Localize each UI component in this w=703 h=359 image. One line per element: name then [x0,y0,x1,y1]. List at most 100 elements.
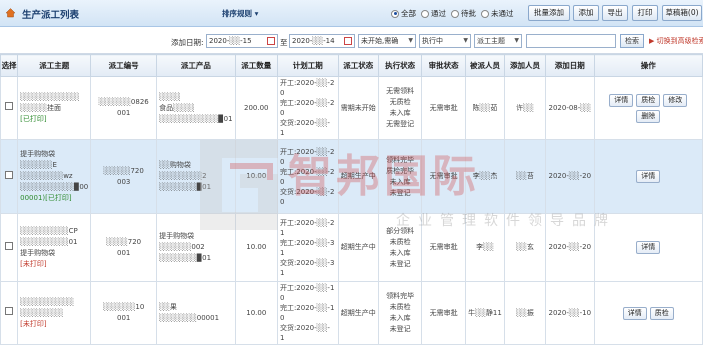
row-checkbox[interactable] [5,102,14,110]
cell-line: 未入库 [389,314,411,322]
cell-line: ░░░░░░░░2 [159,172,207,180]
subject-select[interactable]: 派工主题 ▼ [474,34,522,48]
batch-add-button[interactable]: 批量添加 [528,5,570,21]
cell-line: 未登记 [389,325,411,333]
status-select[interactable]: 未开始,需确 ▼ [358,34,416,48]
exec-status-cell: 领料完毕 未质检 未入库 未登记 [377,281,423,345]
cell-line: 完工:2020-░░-3 [279,238,335,247]
cell-line: 001 [116,248,131,257]
assignee-cell: 李░░杰 [464,139,506,214]
adder-cell: ░░玄 [504,213,546,282]
subject-cell[interactable]: 提手购物袋 ░░░░░░E ░░░░░░░░wz ░░░░░░░░░░▉00 00001… [17,139,92,214]
status-radio-label: 待批 [461,9,476,18]
exec-status-cell: 无需领料 无质检 未入库 无需登记 [377,76,423,140]
table-row[interactable]: ░░░░░░░░░░ ░░░░░░░░ [未打印] ░░░░░░10 001 ░░果 ░░░… [0,281,703,345]
cell-line: ░░购物袋 [159,161,191,169]
schedule-cell: 开工:2020-░░-2 0 完工:2020-░░-2 0 交货:2020-░░- 1 [276,76,339,140]
drafts-button[interactable]: 草稿箱(0) [662,5,702,21]
status-radio[interactable]: 通过 [421,8,446,19]
ops-cell: 详情 [593,213,703,282]
subject-cell[interactable]: ░░░░░░░░░░ ░░░░░░░░ [未打印] [17,281,92,345]
cell-line: ░░果 [159,303,177,311]
sort-rule-dropdown[interactable]: 排序规则 ▾ [222,8,258,19]
column-header: 选择 [0,54,19,77]
cell-line: 0 [279,89,285,97]
cell-line: 1 [279,268,285,277]
subject-cell[interactable]: ░░░░░░░░░░░ ░░░░░挂面 [已打印] [17,76,92,140]
delete-button[interactable]: 删除 [636,109,661,123]
code-cell: ░░░░720 001 [90,213,158,282]
radio-dot-icon[interactable] [421,9,429,18]
chevron-down-icon: ▼ [514,37,519,44]
search-button[interactable]: 检索 [620,34,644,48]
detail-button[interactable]: 详情 [636,170,661,183]
cell-line: 交货:2020-░░- [279,324,330,332]
add-button[interactable]: 添加 [573,5,599,21]
column-header: 派工产品 [156,54,236,77]
approval-cell: 无需审批 [421,139,466,214]
print-button[interactable]: 打印 [632,5,658,21]
advanced-search-link[interactable]: ▶ 切换到高级检索 [649,36,703,46]
approval-cell: 无需审批 [421,213,466,282]
status-radio[interactable]: 未通过 [481,8,514,19]
cell-line: ░░░░░挂面 [20,103,62,112]
column-header: 添加日期 [544,54,595,77]
cell-line: 提手购物袋 [20,150,56,158]
table-row[interactable]: ░░░░░░░░░░░ ░░░░░挂面 [已打印] ░░░░░░0826 001 ░░░░… [0,76,703,140]
quantity-cell: 200.00 [234,76,278,140]
title-bar: 生产派工列表 排序规则 ▾ 全部 通过 待批 未通过 批量添加 添加 导出 打印 草稿… [0,0,703,27]
inspect-button[interactable]: 质检 [636,93,661,107]
ops-cell: 详情 [593,139,703,214]
cell-line: 未入库 [389,177,411,186]
cell-line: 开工:2020-░░-1 [279,284,335,292]
cell-line: 领料完毕 [386,292,415,300]
calendar-icon[interactable] [267,37,275,45]
date-from-input[interactable]: 2020-░░-15 [206,34,278,48]
table-row[interactable]: ░░░░░░░░░CP ░░░░░░░░░01 提手购物袋 [未打印] ░░░░720 0… [0,213,703,282]
print-status-tag: [未打印] [20,319,47,328]
radio-dot-icon[interactable] [391,9,399,18]
table-row[interactable]: 提手购物袋 ░░░░░░E ░░░░░░░░wz ░░░░░░░░░░▉00 00001… [0,139,703,214]
cell-line: ░░░░░░░░░░░ [20,92,80,101]
date-cell: 2020-░░-20 [544,139,595,214]
column-header: 操作 [593,54,703,77]
print-status-tag: [未打印] [20,259,47,268]
radio-dot-icon[interactable] [481,9,489,18]
inspect-button[interactable]: 质检 [649,306,674,320]
status-radio-label: 通过 [431,9,446,18]
date-to-input[interactable]: 2020-░░-14 [289,34,355,48]
cell-line: 提手购物袋 [20,248,56,257]
cell-line: ░░░░░░10 [103,303,145,311]
cell-line: 0 [279,294,285,302]
exec-select[interactable]: 执行中 ▼ [419,34,471,48]
detail-button[interactable]: 详情 [622,306,647,320]
exec-status-cell: 部分领料 未质检 未入库 未登记 [377,213,423,282]
quantity-cell: 10.00 [234,139,278,214]
row-checkbox[interactable] [5,170,14,179]
cell-line: 领料完毕 [386,155,415,164]
status-radio[interactable]: 全部 [391,8,416,19]
row-checkbox[interactable] [5,241,14,250]
print-status-tag: [已打印] [20,114,47,123]
search-input[interactable] [526,34,616,48]
page-title: 生产派工列表 [22,10,80,21]
export-button[interactable]: 导出 [602,5,628,21]
cell-line: 1 [279,248,285,257]
status-radio[interactable]: 待批 [451,8,476,19]
status-radio-label: 未通过 [491,9,514,18]
column-header: 添加人员 [504,54,546,77]
calendar-icon[interactable] [344,37,352,45]
table-header-row: 选择 派工主题 派工编号 派工产品 派工数量 计划工期 派工状态 执行状态 审批状态 被派人员 添加… [0,54,703,77]
cell-line: 1 [279,129,285,137]
cell-line: ░░░░░720 [103,166,144,175]
chevron-down-icon: ▼ [408,37,413,44]
detail-button[interactable]: 详情 [609,93,634,107]
row-checkbox[interactable] [5,307,14,315]
detail-button[interactable]: 详情 [636,241,661,254]
edit-button[interactable]: 修改 [663,93,688,107]
radio-dot-icon[interactable] [451,9,459,18]
subject-cell[interactable]: ░░░░░░░░░CP ░░░░░░░░░01 提手购物袋 [未打印] [17,213,92,282]
status-filter-group: 全部 通过 待批 未通过 [391,8,514,19]
product-cell: 提手购物袋 ░░░░░░002 ░░░░░░░▉01 [156,213,236,282]
cell-line: 1 [279,228,285,237]
